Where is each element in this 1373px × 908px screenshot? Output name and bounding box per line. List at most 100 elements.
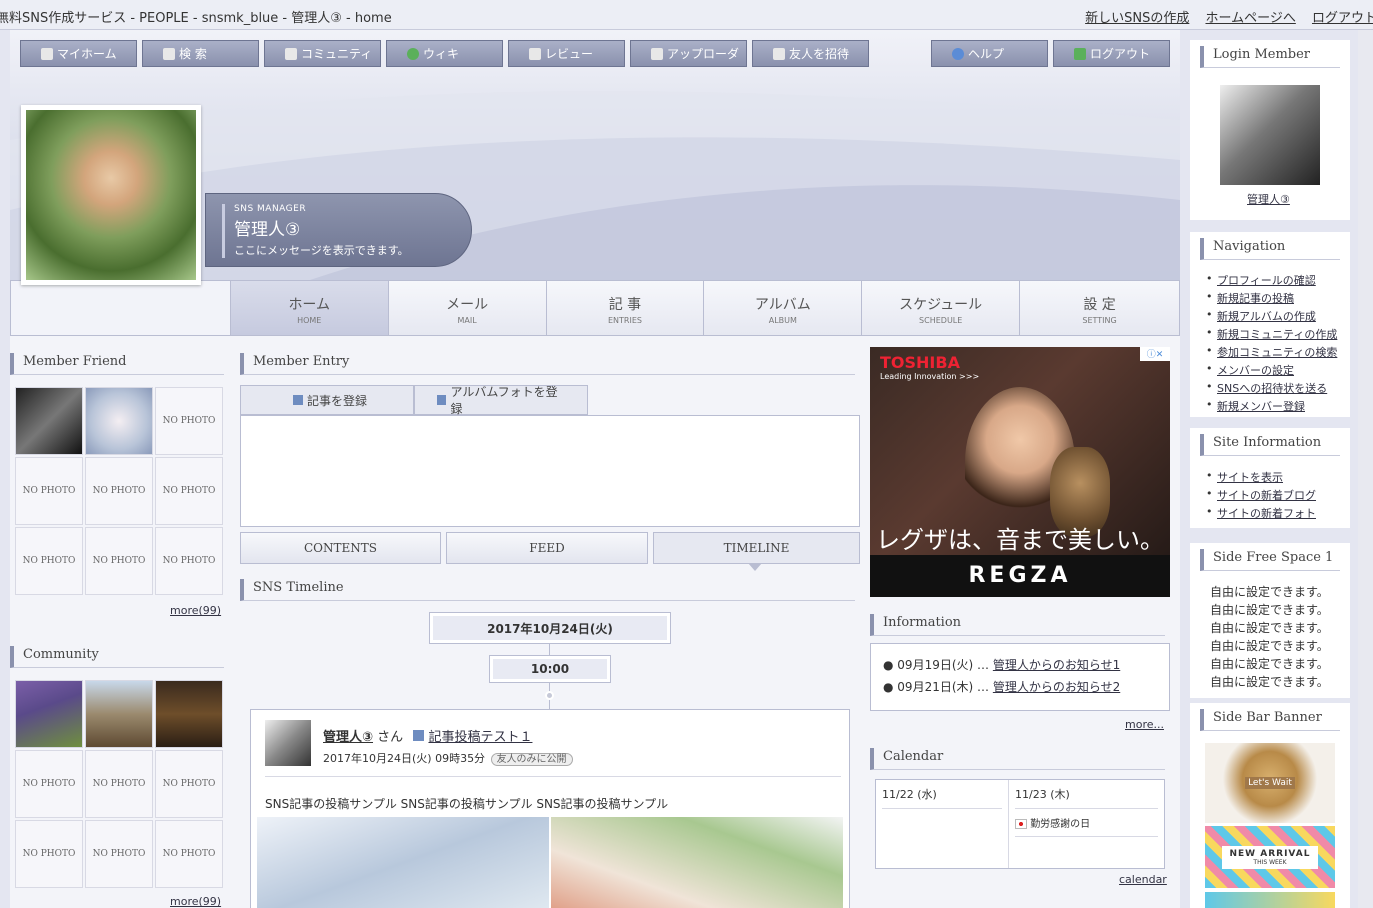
nav-profile-link[interactable]: プロフィールの確認 — [1217, 274, 1316, 287]
post-honorific: さん — [377, 730, 404, 745]
tab-schedule[interactable]: スケジュール SCHEDULE — [862, 281, 1021, 335]
nav-community-button[interactable]: コミュニティ — [264, 40, 381, 67]
friend-no-photo[interactable]: NO PHOTO — [85, 457, 153, 525]
nav-new-community-link[interactable]: 新規コミュニティの作成 — [1217, 328, 1337, 341]
nav-review-button[interactable]: レビュー — [508, 40, 625, 67]
community-no-photo[interactable]: NO PHOTO — [15, 750, 83, 818]
calendar-day[interactable]: 11/22 (水) — [876, 780, 1009, 868]
uploader-icon — [651, 47, 663, 60]
tab-album[interactable]: アルバム ALBUM — [704, 281, 863, 335]
friend-photo[interactable] — [15, 387, 83, 455]
community-photo[interactable] — [15, 680, 83, 748]
logout-link[interactable]: ログアウト — [1312, 11, 1373, 26]
nav-invite-link[interactable]: SNSへの招待状を送る — [1217, 382, 1327, 395]
friend-more-link[interactable]: more(99) — [170, 604, 221, 617]
community-no-photo[interactable]: NO PHOTO — [85, 750, 153, 818]
nav-help-button[interactable]: ヘルプ — [931, 40, 1048, 67]
friend-grid: NO PHOTO NO PHOTO NO PHOTO NO PHOTO NO P… — [15, 387, 223, 595]
timeline-button[interactable]: TIMELINE — [653, 532, 860, 564]
profile-message: ここにメッセージを表示できます。 — [234, 244, 409, 257]
nav-register-link[interactable]: 新規メンバー登録 — [1217, 400, 1305, 413]
ad-banner[interactable]: TOSHIBA Leading Innovation >>> レグザは、音まで美… — [870, 347, 1170, 597]
nav-uploader-button[interactable]: アップローダ — [630, 40, 747, 67]
calendar-day[interactable]: 11/23 (木) 勤労感謝の日 — [1009, 780, 1164, 868]
nav-search-community-link[interactable]: 参加コミュニティの検索 — [1217, 346, 1337, 359]
post-author-avatar[interactable] — [265, 720, 311, 766]
tab-setting[interactable]: 設 定 SETTING — [1020, 281, 1179, 335]
banner-image-2[interactable]: NEW ARRIVAL THIS WEEK — [1205, 826, 1335, 888]
community-heading: Community — [10, 646, 224, 668]
post-entry-title-link[interactable]: 記事投稿テスト１ — [428, 730, 532, 745]
homepage-link[interactable]: ホームページへ — [1205, 11, 1295, 26]
community-photo[interactable] — [85, 680, 153, 748]
nav-wiki-button[interactable]: ウィキ — [386, 40, 503, 67]
friend-no-photo[interactable]: NO PHOTO — [15, 457, 83, 525]
page-scroll-gutter[interactable] — [1358, 30, 1373, 908]
tab-entries[interactable]: 記 事 ENTRIES — [546, 281, 705, 335]
profile-photo-frame[interactable] — [21, 105, 201, 285]
friend-no-photo[interactable]: NO PHOTO — [15, 527, 83, 595]
nav-logout-button[interactable]: ログアウト — [1053, 40, 1170, 67]
ad-close-icon[interactable]: ⓘ✕ — [1140, 347, 1170, 361]
community-no-photo[interactable]: NO PHOTO — [15, 820, 83, 888]
information-more-link[interactable]: more... — [1125, 718, 1164, 731]
ad-brand: TOSHIBA — [880, 353, 960, 372]
nav-invite-button[interactable]: 友人を招待 — [752, 40, 869, 67]
friend-no-photo[interactable]: NO PHOTO — [155, 457, 223, 525]
post-datetime: 2017年10月24日(火) 09時35分 — [323, 752, 486, 765]
member-entry-heading: Member Entry — [240, 353, 855, 375]
register-entry-tab[interactable]: 記事を登録 — [240, 385, 414, 415]
post-image[interactable] — [257, 817, 549, 908]
nav-search-button[interactable]: 検 索 — [142, 40, 259, 67]
holiday-flag-icon — [1015, 819, 1027, 829]
community-no-photo[interactable]: NO PHOTO — [85, 820, 153, 888]
timeline-dot — [545, 691, 554, 700]
window-title: 無料SNS作成サービス - PEOPLE - snsmk_blue - 管理人③… — [0, 11, 392, 26]
friend-photo[interactable] — [85, 387, 153, 455]
friend-no-photo[interactable]: NO PHOTO — [85, 527, 153, 595]
community-no-photo[interactable]: NO PHOTO — [155, 750, 223, 818]
information-heading: Information — [870, 614, 1165, 636]
info-item: ● 09月21日(木) … 管理人からのお知らせ2 — [883, 680, 1121, 694]
login-member-heading: Login Member — [1200, 46, 1340, 68]
post-body: SNS記事の投稿サンプル SNS記事の投稿サンプル SNS記事の投稿サンプル — [265, 797, 669, 811]
contents-button[interactable]: CONTENTS — [240, 532, 441, 564]
friend-no-photo[interactable]: NO PHOTO — [155, 527, 223, 595]
community-more-link[interactable]: more(99) — [170, 895, 221, 908]
nav-myhome-button[interactable]: マイホーム — [20, 40, 137, 67]
post-image[interactable] — [551, 817, 843, 908]
tab-home[interactable]: ホーム HOME — [230, 281, 389, 335]
banner-image-1[interactable]: Let's Wait — [1205, 743, 1335, 823]
site-view-link[interactable]: サイトを表示 — [1217, 471, 1283, 484]
entry-panel — [240, 415, 860, 527]
navigation-box: Navigation プロフィールの確認 新規記事の投稿 新規アルバムの作成 新… — [1190, 232, 1350, 417]
new-sns-link[interactable]: 新しいSNSの作成 — [1085, 11, 1189, 26]
calendar-link[interactable]: calendar — [1119, 873, 1167, 886]
friend-no-photo[interactable]: NO PHOTO — [155, 387, 223, 455]
tab-mail[interactable]: メール MAIL — [388, 281, 547, 335]
calendar-box: 11/22 (水) 11/23 (木) 勤労感謝の日 — [875, 779, 1165, 869]
post-author-link[interactable]: 管理人③ — [323, 730, 373, 745]
login-member-avatar[interactable] — [1220, 85, 1320, 185]
nav-new-entry-link[interactable]: 新規記事の投稿 — [1217, 292, 1294, 305]
information-box: ● 09月19日(火) … 管理人からのお知らせ1 ● 09月21日(木) … … — [870, 643, 1170, 711]
nav-member-settings-link[interactable]: メンバーの設定 — [1217, 364, 1294, 377]
feed-button[interactable]: FEED — [446, 532, 648, 564]
home-icon — [41, 47, 53, 60]
community-icon — [285, 47, 297, 60]
ad-product: REGZA — [870, 555, 1170, 597]
site-information-heading: Site Information — [1200, 434, 1340, 456]
free-space-heading: Side Free Space 1 — [1200, 549, 1340, 571]
banner-image-3[interactable] — [1205, 892, 1335, 908]
community-no-photo[interactable]: NO PHOTO — [155, 820, 223, 888]
community-photo[interactable] — [155, 680, 223, 748]
info-item: ● 09月19日(火) … 管理人からのお知らせ1 — [883, 658, 1121, 672]
login-member-name[interactable]: 管理人③ — [1247, 191, 1290, 207]
help-icon — [952, 47, 964, 60]
site-photo-link[interactable]: サイトの新着フォト — [1217, 507, 1316, 520]
register-album-tab[interactable]: アルバムフォトを登録 — [414, 385, 588, 416]
profile-name-card: SNS MANAGER 管理人③ ここにメッセージを表示できます。 — [205, 193, 472, 267]
site-blog-link[interactable]: サイトの新着ブログ — [1217, 489, 1316, 502]
ad-tagline: Leading Innovation >>> — [880, 372, 980, 381]
nav-new-album-link[interactable]: 新規アルバムの作成 — [1217, 310, 1316, 323]
